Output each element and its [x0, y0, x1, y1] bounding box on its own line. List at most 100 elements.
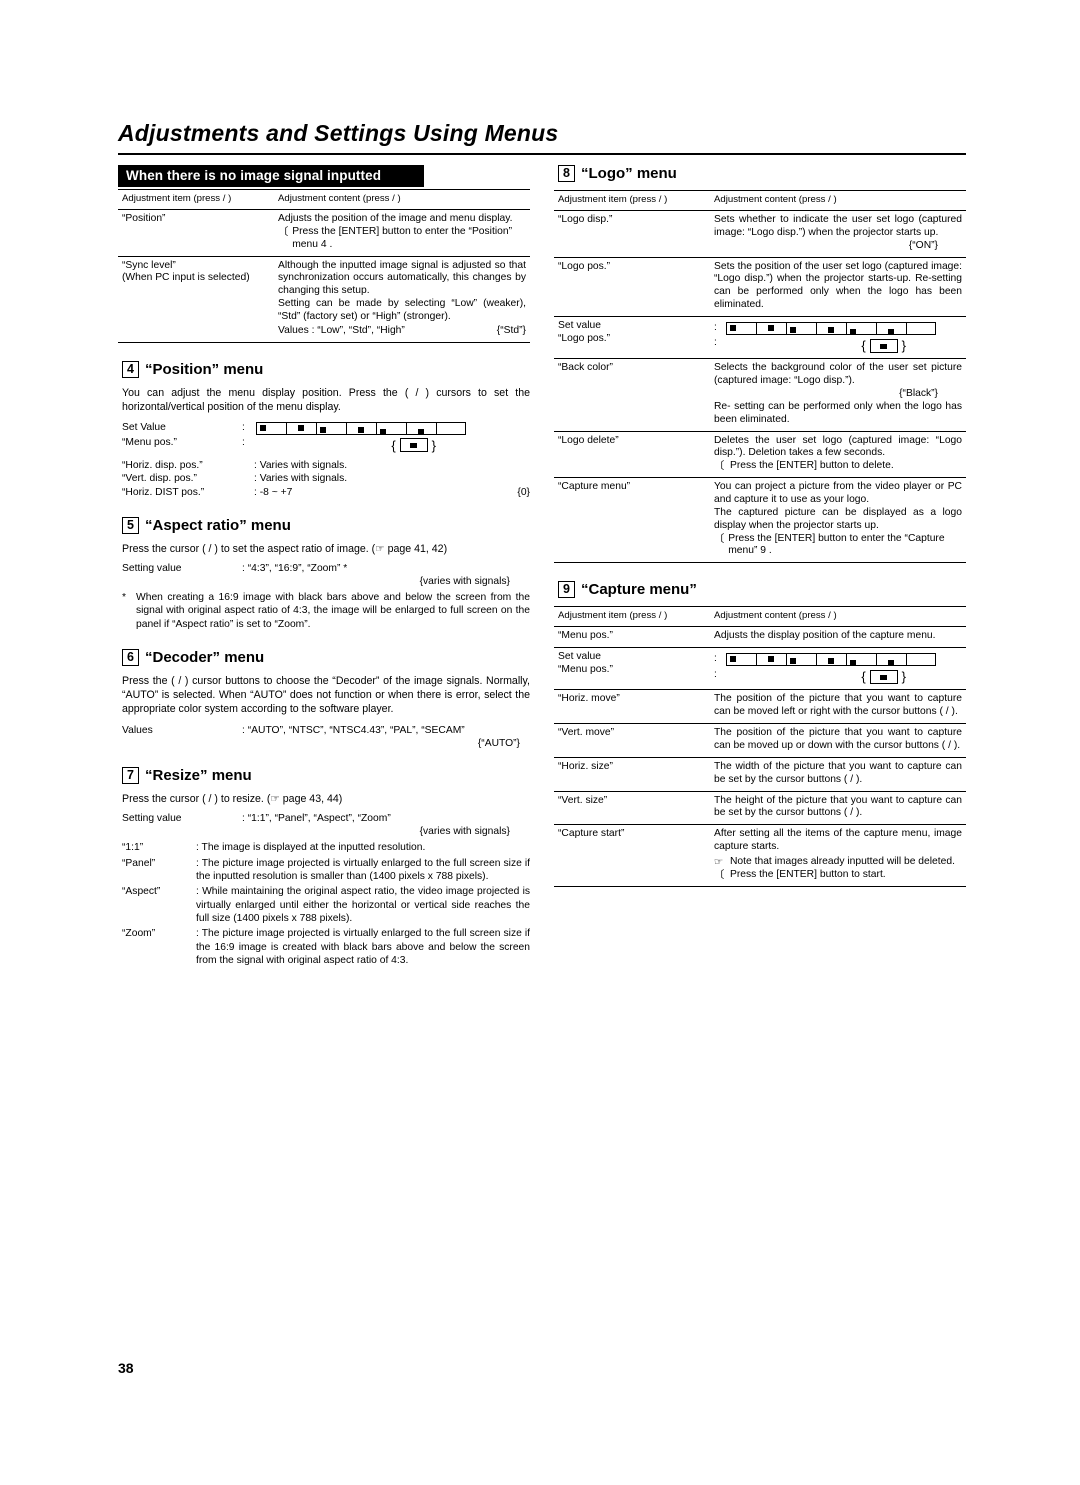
table-row: “Vert. move” The position of the picture…: [554, 723, 966, 758]
slider-cell: [876, 653, 906, 667]
row-item: “Horiz. move”: [554, 689, 710, 725]
decoder-menu-body: Press the ( / ) cursor buttons to choose…: [122, 675, 530, 716]
slider-selected-cell: [869, 339, 898, 354]
table-row: “Menu pos.” Adjusts the display position…: [554, 626, 966, 649]
capture-menu-table: Adjustment item (press / ) Adjustment co…: [554, 606, 966, 887]
colon-2: :: [242, 437, 245, 449]
row-content-note: 〔 Press the [ENTER] button to enter the …: [714, 533, 962, 559]
logo-position-slider: { }: [726, 320, 936, 354]
row-memo-text: Note that images already inputted will b…: [730, 855, 955, 867]
row-item: “Position”: [118, 209, 274, 257]
slider-cell: [726, 653, 756, 667]
row-note-text: Press the [ENTER] button to delete.: [730, 460, 894, 472]
right-column: 8 “Logo” menu Adjustment item (press / )…: [554, 165, 966, 972]
logo-position-slider-block: : : {}: [714, 320, 962, 354]
table-row: “Position” Adjusts the position of the i…: [118, 209, 530, 257]
bracket-icon: 〔: [714, 532, 725, 545]
row-content: Selects the background color of the user…: [710, 358, 966, 432]
position-menu-body: You can adjust the menu display position…: [122, 386, 530, 413]
list-key: “1:1”: [122, 842, 144, 854]
slider-selection: { }: [726, 669, 936, 685]
row-memo: ☞ Note that images already inputted will…: [714, 856, 962, 869]
table-row: “Capture menu” You can project a picture…: [554, 477, 966, 564]
two-column-layout: When there is no image signal inputted A…: [118, 165, 966, 972]
slider-cells: [726, 322, 936, 335]
list-key: “Panel”: [122, 857, 156, 869]
row-default-value: {“ON”}: [908, 239, 938, 251]
table-row: “Horiz. size” The width of the picture t…: [554, 757, 966, 792]
list-item: “Horiz. DIST pos.” : -8 ~ +7 {0}: [122, 486, 530, 499]
row-default-value: {“Black”}: [899, 387, 938, 399]
resize-setting-row: Setting value : “1:1”, “Panel”, “Aspect”…: [122, 812, 530, 826]
position-setvalue-block: Set Value “Menu pos.” : : {}: [122, 420, 530, 453]
row-content: The position of the picture that you wan…: [710, 723, 966, 758]
row-content-text: After setting all the items of the captu…: [714, 828, 962, 853]
capture-position-slider: { }: [726, 651, 936, 685]
row-content: Adjusts the display position of the capt…: [710, 626, 966, 649]
page-title: Adjustments and Settings Using Menus: [118, 120, 559, 146]
section-position-menu: 4 “Position” menu: [122, 360, 530, 378]
row-content: : : {}: [710, 316, 966, 360]
slider-cell: [286, 421, 316, 435]
aspect-setting-row: Setting value : “4:3”, “16:9”, “Zoom” *: [122, 562, 530, 576]
list-value: : Varies with signals.: [254, 459, 348, 471]
list-key: “Vert. disp. pos.”: [122, 473, 197, 485]
row-item: “Vert. size”: [554, 791, 710, 826]
slider-cell: [756, 322, 786, 335]
row-item-line1: Set value: [558, 320, 601, 331]
list-item: “Panel” : The picture image projected is…: [122, 857, 530, 884]
slider-cell: [726, 322, 756, 335]
row-item: “Logo pos.”: [554, 257, 710, 318]
list-item: “Aspect” : While maintaining the origina…: [122, 885, 530, 925]
row-content: : : {}: [710, 647, 966, 691]
values-default: {“AUTO”}: [477, 738, 520, 750]
resize-values-list: “1:1” : The image is displayed at the in…: [122, 841, 530, 967]
row-content: The position of the picture that you wan…: [710, 689, 966, 725]
section-title: “Resize” menu: [145, 767, 252, 785]
setvalue-labels: Set Value “Menu pos.”: [122, 420, 242, 453]
aspect-menu-body: Press the cursor ( / ) to set the aspect…: [122, 543, 448, 555]
setting-value: : “1:1”, “Panel”, “Aspect”, “Zoom”: [242, 813, 391, 825]
list-value: : The image is displayed at the inputted…: [196, 842, 426, 854]
list-key: “Aspect”: [122, 886, 161, 898]
row-content: Sets the position of the user set logo (…: [710, 257, 966, 318]
slider-colons: : :: [714, 320, 726, 354]
page-content: Adjustments and Settings Using Menus Whe…: [118, 120, 966, 972]
section-logo-menu: 8 “Logo” menu: [558, 165, 966, 182]
footnote-text: When creating a 16:9 image with black ba…: [136, 591, 530, 630]
row-content-text: Selects the background color of the user…: [714, 362, 962, 387]
title-divider: [118, 153, 966, 155]
slider-cell: [786, 653, 816, 667]
slider-cell: [786, 322, 816, 335]
bracket-icon: 〔: [714, 460, 725, 473]
brace-right: }: [901, 338, 906, 353]
list-key: “Horiz. disp. pos.”: [122, 459, 203, 471]
slider-cell: [876, 322, 906, 335]
list-item: “Horiz. disp. pos.” : Varies with signal…: [122, 459, 530, 472]
resize-menu-body: Press the cursor ( / ) to resize. (☞ pag…: [122, 793, 343, 806]
list-default: {0}: [517, 486, 530, 498]
list-key: “Zoom”: [122, 928, 156, 940]
slider-selected-cell: [869, 670, 898, 685]
setting-default: {varies with signals}: [419, 826, 510, 838]
row-values-text: Values : “Low”, “Std”, “High”: [278, 324, 405, 336]
table-header-row: Adjustment item (press / ) Adjustment co…: [554, 190, 966, 211]
brace-left: {: [391, 437, 396, 453]
row-item-line1: Set value: [558, 651, 601, 663]
section-capture-menu: 9 “Capture menu”: [558, 581, 966, 599]
list-value: : The picture image projected is virtual…: [196, 928, 530, 967]
row-content-text: You can project a picture from the video…: [714, 481, 962, 531]
list-value: : Varies with signals.: [254, 473, 348, 485]
section-resize-menu: 7 “Resize” menu: [122, 767, 530, 785]
slider-cells: [726, 653, 936, 667]
section-number: 7: [122, 767, 139, 785]
brace-right: }: [431, 437, 436, 453]
row-content-text: Adjusts the position of the image and me…: [278, 212, 513, 224]
row-content: Deletes the user set logo (captured imag…: [710, 431, 966, 479]
list-value: : The picture image projected is virtual…: [196, 857, 530, 882]
slider-selection: { }: [256, 438, 466, 453]
row-content: The height of the picture that you want …: [710, 791, 966, 826]
slider-cell: [316, 421, 346, 435]
setting-default: {varies with signals}: [419, 575, 510, 587]
colon-1: :: [714, 322, 717, 333]
